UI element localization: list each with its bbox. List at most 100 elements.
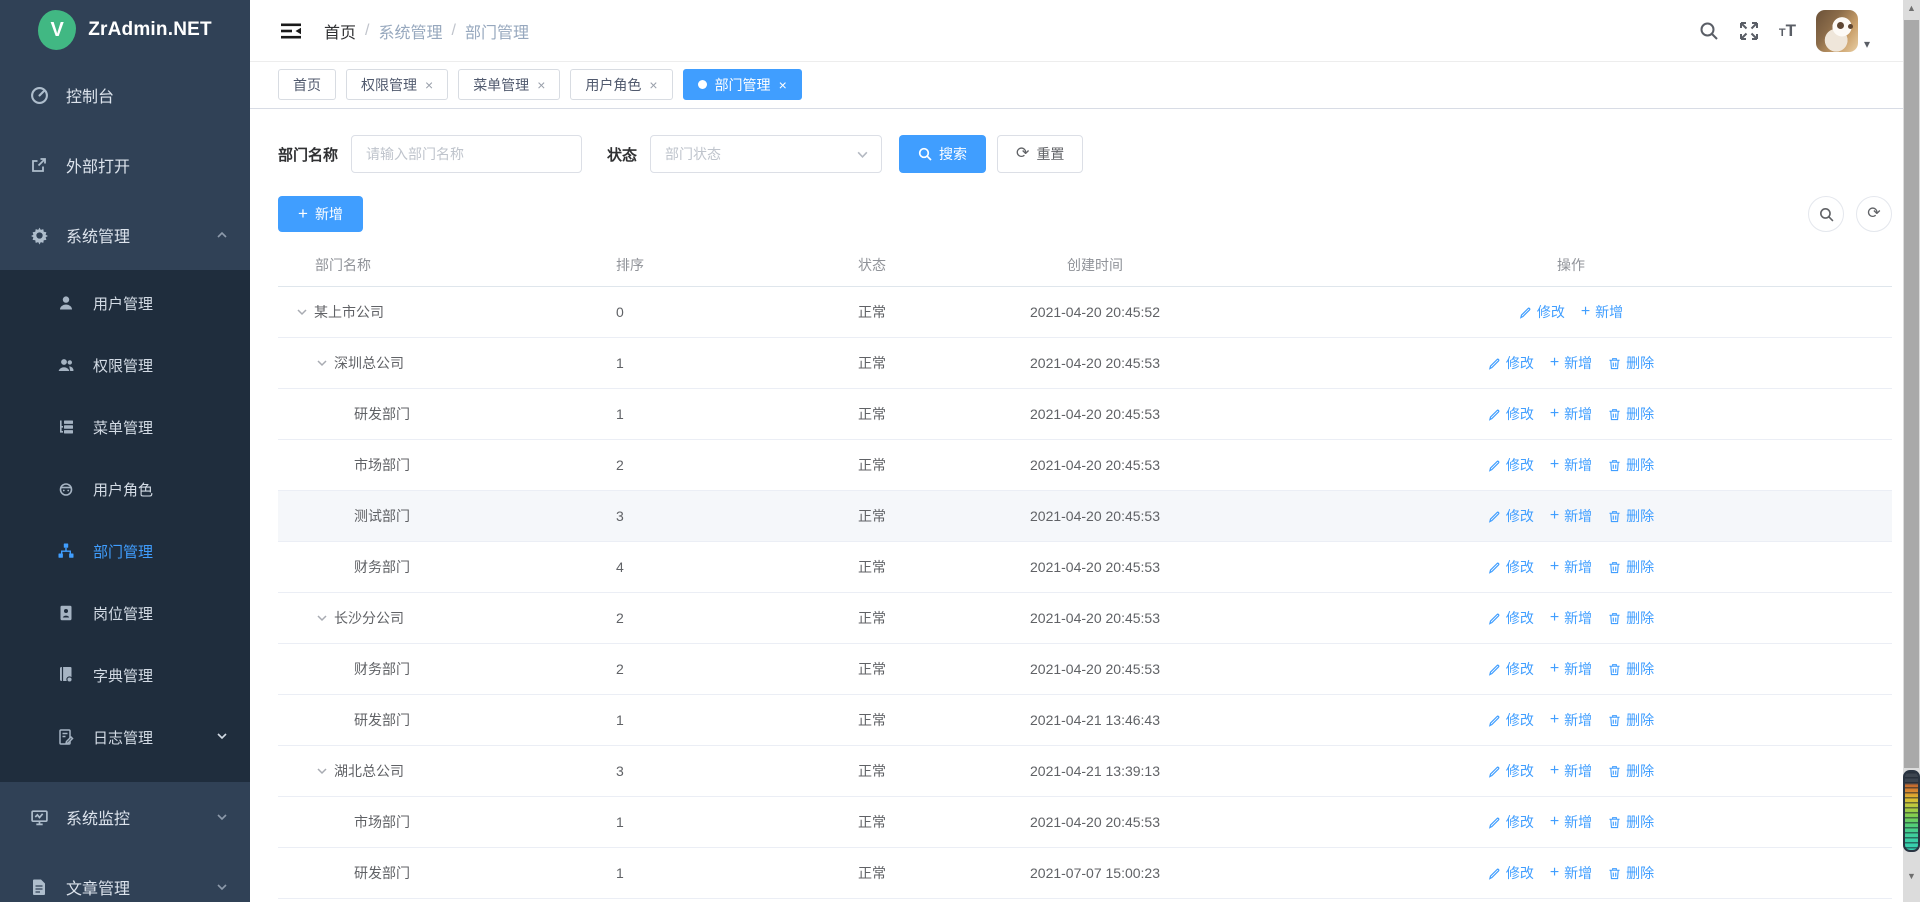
edit-icon (1488, 816, 1501, 829)
breadcrumb-system[interactable]: 系统管理 (378, 19, 442, 43)
role-icon (56, 480, 76, 498)
expand-arrow-icon[interactable] (316, 765, 328, 777)
close-icon[interactable]: × (649, 78, 657, 92)
delete-link[interactable]: 删除 (1608, 761, 1654, 781)
expand-arrow-icon[interactable] (316, 612, 328, 624)
refresh-table-button[interactable]: ⟳ (1856, 196, 1892, 232)
scroll-down-arrow-icon[interactable]: ▼ (1903, 868, 1920, 884)
delete-link[interactable]: 删除 (1608, 659, 1654, 679)
expand-arrow-icon[interactable] (296, 306, 308, 318)
toolbar-right-actions: ⟳ (1808, 196, 1892, 232)
status-select[interactable]: 部门状态 (650, 135, 882, 173)
dept-name: 湖北总公司 (334, 761, 404, 781)
scroll-up-arrow-icon[interactable]: ▲ (1903, 0, 1920, 16)
edit-link[interactable]: 修改 (1488, 506, 1534, 526)
sidebar-item-menu-management[interactable]: 菜单管理 (0, 396, 250, 458)
add-link[interactable]: +新增 (1550, 404, 1592, 424)
add-link[interactable]: +新增 (1550, 506, 1592, 526)
edit-link[interactable]: 修改 (1488, 659, 1534, 679)
sidebar-item-user-role[interactable]: 用户角色 (0, 458, 250, 520)
sidebar-item-user-management[interactable]: 用户管理 (0, 272, 250, 334)
sidebar-item-dashboard[interactable]: 控制台 (0, 60, 250, 130)
created-cell: 2021-04-20 20:45:52 (940, 304, 1250, 320)
edit-link[interactable]: 修改 (1519, 302, 1565, 322)
edit-link[interactable]: 修改 (1488, 863, 1534, 883)
sidebar-item-system-monitor[interactable]: 系统监控 (0, 782, 250, 852)
add-link[interactable]: +新增 (1581, 302, 1623, 322)
delete-link[interactable]: 删除 (1608, 710, 1654, 730)
close-icon[interactable]: × (537, 78, 545, 92)
add-link[interactable]: +新增 (1550, 455, 1592, 475)
delete-link[interactable]: 删除 (1608, 353, 1654, 373)
sidebar-item-department-management[interactable]: 部门管理 (0, 520, 250, 582)
edit-icon (1488, 510, 1501, 523)
close-icon[interactable]: × (425, 78, 433, 92)
collapse-sidebar-icon[interactable] (280, 21, 302, 41)
tab-menu-management[interactable]: 菜单管理 × (458, 69, 560, 100)
column-header-created: 创建时间 (940, 255, 1250, 275)
breadcrumb-separator: / (365, 22, 369, 40)
sidebar-item-permission-management[interactable]: 权限管理 (0, 334, 250, 396)
add-link[interactable]: +新增 (1550, 659, 1592, 679)
log-icon (56, 728, 76, 746)
edit-link[interactable]: 修改 (1488, 455, 1534, 475)
font-size-icon[interactable]: TT (1779, 22, 1796, 40)
vertical-scrollbar[interactable]: ▲ ▼ (1903, 0, 1920, 902)
fullscreen-icon[interactable] (1739, 21, 1759, 41)
user-menu[interactable]: ▾ (1816, 10, 1870, 52)
delete-link[interactable]: 删除 (1608, 557, 1654, 577)
delete-link[interactable]: 删除 (1608, 863, 1654, 883)
scrollbar-thumb[interactable] (1904, 20, 1919, 768)
sidebar-item-dictionary-management[interactable]: 字典管理 (0, 644, 250, 706)
order-cell: 4 (598, 559, 840, 575)
tab-permission-management[interactable]: 权限管理 × (346, 69, 448, 100)
delete-link[interactable]: 删除 (1608, 455, 1654, 475)
tab-label: 权限管理 (361, 75, 417, 95)
dept-name-input[interactable] (351, 135, 582, 173)
delete-link[interactable]: 删除 (1608, 404, 1654, 424)
add-link[interactable]: +新增 (1550, 557, 1592, 577)
edit-link[interactable]: 修改 (1488, 608, 1534, 628)
add-button[interactable]: + 新增 (278, 196, 363, 232)
add-link[interactable]: +新增 (1550, 608, 1592, 628)
add-link[interactable]: +新增 (1550, 353, 1592, 373)
sidebar-item-log-management[interactable]: 日志管理 (0, 706, 250, 768)
delete-link[interactable]: 删除 (1608, 506, 1654, 526)
order-cell: 3 (598, 508, 840, 524)
tab-home[interactable]: 首页 (278, 69, 336, 100)
tab-department-management[interactable]: 部门管理 × (683, 69, 802, 100)
search-icon[interactable] (1699, 21, 1719, 41)
edit-link[interactable]: 修改 (1488, 710, 1534, 730)
dept-name: 研发部门 (354, 404, 410, 424)
close-icon[interactable]: × (779, 78, 787, 92)
delete-link[interactable]: 删除 (1608, 608, 1654, 628)
edit-link[interactable]: 修改 (1488, 812, 1534, 832)
sidebar-item-article-management[interactable]: 文章管理 (0, 852, 250, 902)
add-link[interactable]: +新增 (1550, 863, 1592, 883)
toggle-search-button[interactable] (1808, 196, 1844, 232)
add-link[interactable]: +新增 (1550, 761, 1592, 781)
reset-button-label: 重置 (1036, 144, 1064, 164)
edit-link[interactable]: 修改 (1488, 557, 1534, 577)
edit-link[interactable]: 修改 (1488, 761, 1534, 781)
edit-link[interactable]: 修改 (1488, 404, 1534, 424)
search-button[interactable]: 搜索 (899, 135, 986, 173)
sidebar-item-external-open[interactable]: 外部打开 (0, 130, 250, 200)
created-cell: 2021-04-20 20:45:53 (940, 355, 1250, 371)
tab-user-role[interactable]: 用户角色 × (570, 69, 672, 100)
sidebar-item-label: 字典管理 (93, 665, 153, 686)
trash-icon (1608, 459, 1621, 472)
status-label: 状态 (607, 144, 637, 165)
edit-link[interactable]: 修改 (1488, 353, 1534, 373)
sidebar-item-post-management[interactable]: 岗位管理 (0, 582, 250, 644)
delete-link[interactable]: 删除 (1608, 812, 1654, 832)
expand-arrow-icon[interactable] (316, 357, 328, 369)
breadcrumb-home[interactable]: 首页 (324, 19, 356, 43)
reset-button[interactable]: ⟳ 重置 (997, 135, 1083, 173)
add-link[interactable]: +新增 (1550, 710, 1592, 730)
sidebar-item-system-management[interactable]: 系统管理 (0, 200, 250, 270)
avatar[interactable] (1816, 10, 1858, 52)
add-link[interactable]: +新增 (1550, 812, 1592, 832)
plus-icon: + (1581, 304, 1590, 320)
app-logo[interactable]: V ZrAdmin.NET (0, 0, 250, 60)
